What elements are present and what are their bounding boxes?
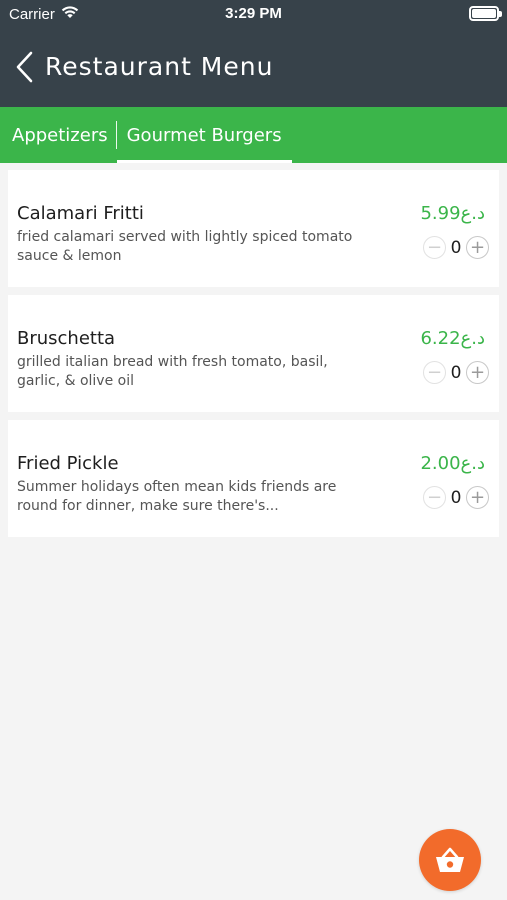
increment-button[interactable]: + xyxy=(466,236,489,259)
menu-item-card[interactable]: Bruschetta grilled italian bread with fr… xyxy=(8,295,499,412)
quantity-stepper: − 0 + xyxy=(423,236,489,259)
item-description: grilled italian bread with fresh tomato,… xyxy=(17,354,328,389)
item-price: 2.00د.ع xyxy=(420,453,485,474)
quantity-stepper: − 0 + xyxy=(423,361,489,384)
quantity-value: 0 xyxy=(450,362,462,383)
tab-appetizers[interactable]: Appetizers xyxy=(0,107,116,163)
item-name: Calamari Fritti xyxy=(17,203,144,224)
status-time: 3:29 PM xyxy=(225,5,282,22)
tab-gourmet-burgers[interactable]: Gourmet Burgers xyxy=(116,107,292,163)
nav-bar: Restaurant Menu xyxy=(0,28,507,107)
menu-list: Calamari Fritti fried calamari served wi… xyxy=(8,170,499,545)
category-tabs: Appetizers Gourmet Burgers xyxy=(0,107,507,163)
item-description: fried calamari served with lightly spice… xyxy=(17,229,353,264)
quantity-stepper: − 0 + xyxy=(423,486,489,509)
battery-icon xyxy=(469,6,502,21)
cart-button[interactable] xyxy=(419,829,481,891)
menu-item-card[interactable]: Fried Pickle Summer holidays often mean … xyxy=(8,420,499,537)
item-price: 5.99د.ع xyxy=(420,203,485,224)
chevron-left-icon xyxy=(16,51,33,83)
decrement-button[interactable]: − xyxy=(423,361,446,384)
item-description: Summer holidays often mean kids friends … xyxy=(17,479,337,514)
item-price: 6.22د.ع xyxy=(420,328,485,349)
decrement-button[interactable]: − xyxy=(423,486,446,509)
status-bar: Carrier 3:29 PM xyxy=(0,0,507,28)
increment-button[interactable]: + xyxy=(466,361,489,384)
page-title: Restaurant Menu xyxy=(45,52,274,81)
menu-item-card[interactable]: Calamari Fritti fried calamari served wi… xyxy=(8,170,499,287)
decrement-button[interactable]: − xyxy=(423,236,446,259)
item-name: Fried Pickle xyxy=(17,453,119,474)
basket-icon xyxy=(436,847,464,872)
quantity-value: 0 xyxy=(450,237,462,258)
item-name: Bruschetta xyxy=(17,328,116,349)
back-button[interactable] xyxy=(12,48,40,86)
quantity-value: 0 xyxy=(450,487,462,508)
increment-button[interactable]: + xyxy=(466,486,489,509)
